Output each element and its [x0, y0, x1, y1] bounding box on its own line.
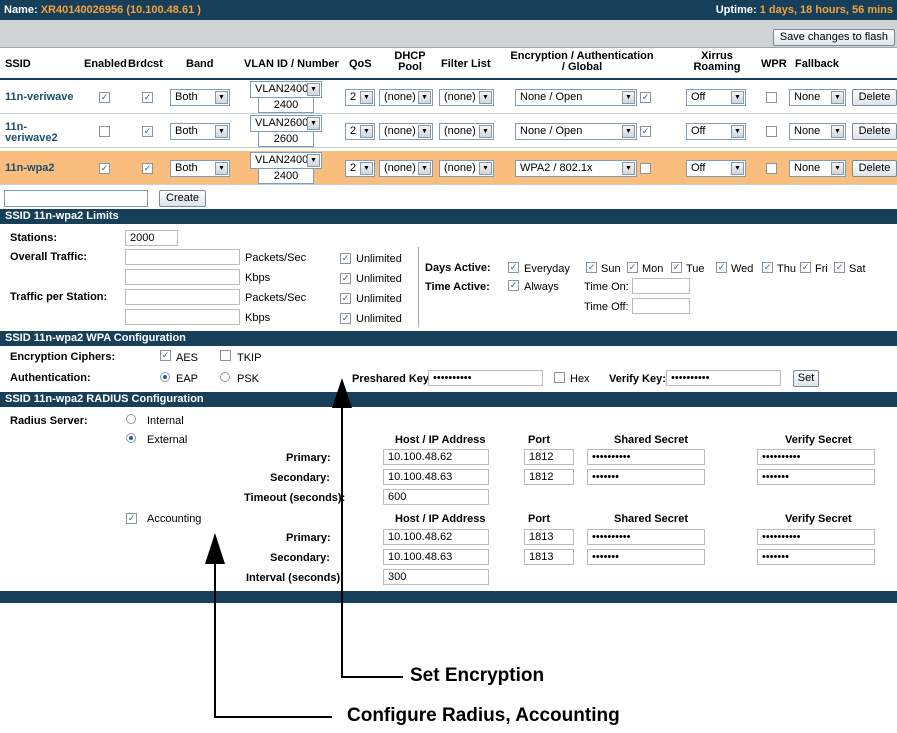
set-encryption-line-h: [341, 676, 403, 678]
set-encryption-annotation: Set Encryption: [410, 665, 545, 686]
set-encryption-arrowhead: [332, 378, 352, 408]
radius-line-h: [214, 716, 332, 718]
radius-line: [214, 562, 216, 718]
configure-radius-annotation: Configure Radius, Accounting: [347, 705, 620, 726]
set-encryption-line: [341, 406, 343, 678]
radius-arrowhead: [205, 533, 225, 564]
callout-arrows: [205, 378, 403, 718]
